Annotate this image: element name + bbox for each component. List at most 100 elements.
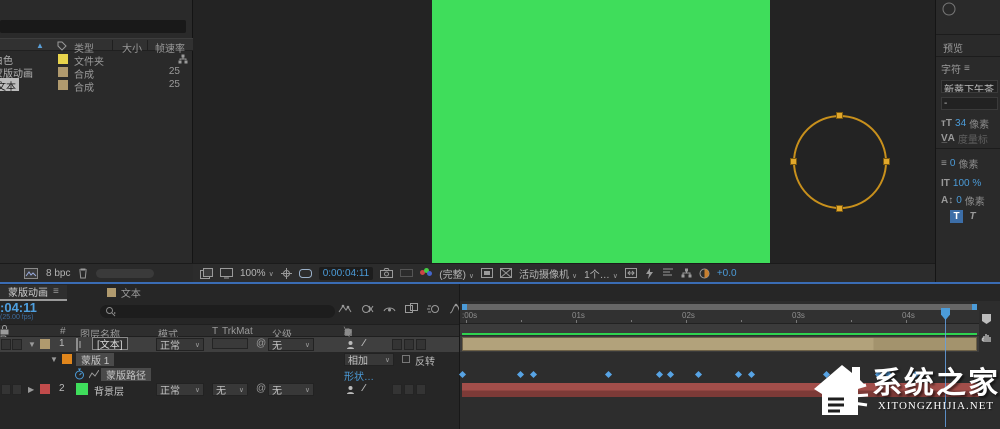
kerning-control[interactable]: V̲A 度量标准 bbox=[941, 131, 1000, 146]
shy-switch-icon[interactable] bbox=[346, 340, 355, 350]
snapshot-camera-icon[interactable] bbox=[380, 268, 393, 278]
keyframe-diamond[interactable] bbox=[656, 371, 663, 378]
vertical-scale-value[interactable]: 100 % bbox=[953, 178, 981, 189]
include-in-graph-icon[interactable] bbox=[89, 370, 99, 379]
blend-mode-dropdown[interactable]: 正常∨ bbox=[156, 383, 204, 396]
frame-blending-icon[interactable] bbox=[405, 303, 418, 315]
project-row-folder[interactable]: 白色 文件夹 bbox=[0, 52, 193, 65]
trash-icon[interactable] bbox=[78, 268, 88, 279]
mask-vertex-top[interactable] bbox=[836, 112, 843, 119]
label-color-swatch[interactable] bbox=[58, 80, 68, 90]
project-scrollbar[interactable] bbox=[96, 269, 154, 278]
keyframe-diamond[interactable] bbox=[517, 371, 524, 378]
tab-mask-animation[interactable]: 蒙版动画 ≡ bbox=[0, 285, 67, 301]
kerning-value[interactable]: 度量标准 bbox=[958, 131, 988, 146]
keyframe-diamond[interactable] bbox=[748, 371, 755, 378]
timeline-button-icon[interactable] bbox=[662, 268, 674, 278]
monitor-icon[interactable] bbox=[220, 268, 233, 279]
lock-icon[interactable] bbox=[0, 325, 9, 335]
parent-dropdown[interactable]: 无∨ bbox=[268, 383, 314, 396]
mask-path-circle[interactable] bbox=[793, 115, 887, 209]
mask-color-swatch[interactable] bbox=[62, 354, 72, 364]
comp-mini-flowchart-icon[interactable] bbox=[338, 303, 352, 315]
layer-color-swatch[interactable] bbox=[40, 339, 50, 349]
shape-value-link[interactable]: 形状… bbox=[344, 368, 374, 383]
trkmat-empty-well[interactable] bbox=[212, 338, 248, 349]
expand-triangle[interactable]: ▼ bbox=[28, 340, 36, 349]
faux-bold-button[interactable]: T bbox=[950, 210, 963, 223]
font-size-value[interactable]: 34 bbox=[955, 118, 966, 129]
trkmat-dropdown[interactable]: 无∨ bbox=[212, 383, 248, 396]
comp-flowchart-icon[interactable] bbox=[681, 268, 692, 278]
sort-arrow-icon[interactable]: ▲ bbox=[36, 41, 44, 50]
text-layer-bar[interactable] bbox=[462, 337, 977, 351]
parent-pickwhip-icon[interactable]: @ bbox=[256, 338, 266, 349]
keyframe-diamond[interactable] bbox=[530, 371, 537, 378]
stopwatch-icon[interactable] bbox=[74, 368, 85, 380]
layer-name[interactable]: [文本] bbox=[92, 337, 128, 350]
grid-guides-icon[interactable] bbox=[281, 268, 292, 279]
keyframe-diamond[interactable] bbox=[459, 371, 466, 378]
mask-name[interactable]: 蒙版 1 bbox=[76, 353, 114, 366]
fast-previews-icon[interactable] bbox=[644, 268, 655, 279]
label-color-swatch[interactable] bbox=[58, 54, 68, 64]
timecode-value[interactable]: 0:00:04:11 bbox=[0, 300, 46, 315]
layer-color-swatch[interactable] bbox=[40, 384, 50, 394]
quality-switch[interactable]: ∕ bbox=[363, 383, 365, 394]
column-trkmat[interactable]: TrkMat bbox=[222, 326, 253, 337]
exposure-value[interactable]: +0.0 bbox=[717, 268, 737, 279]
project-row-comp-text[interactable]: 文本 合成 25 bbox=[0, 78, 193, 91]
column-divider[interactable] bbox=[147, 40, 148, 51]
current-time-display[interactable]: 0:00:04:11 (25.00 fps) bbox=[0, 300, 46, 324]
layer-name[interactable]: 背景层 bbox=[94, 383, 124, 398]
mask-row[interactable]: ▼ 蒙版 1 相加∨ 反转 bbox=[0, 352, 459, 367]
baseline-shift-value[interactable]: 0 bbox=[956, 195, 962, 206]
comp-marker-bin-icon[interactable] bbox=[981, 313, 992, 325]
collapsed-triangle[interactable]: ▶ bbox=[28, 385, 34, 394]
toggle-mask-icon[interactable] bbox=[299, 268, 312, 279]
label-color-swatch[interactable] bbox=[58, 67, 68, 77]
resolution-dropdown[interactable]: (完整)∨ bbox=[439, 266, 474, 281]
mask-vertex-left[interactable] bbox=[790, 158, 797, 165]
tag-icon[interactable] bbox=[57, 41, 67, 51]
pan-hand-icon[interactable] bbox=[981, 331, 992, 343]
font-family-field[interactable]: 新蒂下午茶 bbox=[941, 80, 998, 93]
tracking-value[interactable]: 0 bbox=[950, 158, 956, 169]
tab-text-comp[interactable]: 文本 bbox=[107, 285, 141, 300]
keyframe-diamond[interactable] bbox=[735, 371, 742, 378]
motion-blur-icon[interactable] bbox=[427, 303, 440, 315]
column-t[interactable]: T bbox=[212, 326, 218, 337]
project-search-strip[interactable] bbox=[0, 20, 186, 33]
active-camera-dropdown[interactable]: 活动摄像机∨ bbox=[519, 266, 577, 281]
always-preview-icon[interactable] bbox=[200, 268, 213, 279]
keyframe-diamond[interactable] bbox=[667, 371, 674, 378]
mask-vertex-bottom[interactable] bbox=[836, 205, 843, 212]
pixel-aspect-icon[interactable] bbox=[625, 268, 637, 278]
project-row-comp-mask[interactable]: 蒙版动画 合成 25 bbox=[0, 65, 193, 78]
shy-layers-icon[interactable] bbox=[383, 303, 396, 315]
invert-checkbox[interactable] bbox=[402, 355, 410, 363]
baseline-shift-control[interactable]: A↕ 0 像素 bbox=[941, 193, 1000, 208]
blend-mode-dropdown[interactable]: 正常∨ bbox=[156, 338, 204, 351]
column-number[interactable]: # bbox=[60, 326, 66, 337]
bit-depth-label[interactable]: 8 bpc bbox=[46, 268, 70, 279]
character-panel-header[interactable]: 字符 ≡ bbox=[941, 61, 1000, 76]
faux-italic-button[interactable]: T bbox=[966, 210, 979, 223]
preview-panel-title[interactable]: 预览 bbox=[936, 40, 1000, 55]
composition-green-solid[interactable] bbox=[432, 0, 770, 263]
zoom-level-dropdown[interactable]: 100%∨ bbox=[240, 268, 274, 279]
reset-exposure-icon[interactable] bbox=[699, 268, 710, 279]
parent-pickwhip-icon[interactable]: @ bbox=[256, 383, 266, 394]
column-divider[interactable] bbox=[112, 40, 113, 51]
panel-menu-icon[interactable]: ≡ bbox=[53, 286, 59, 297]
view-layout-dropdown[interactable]: 1个…∨ bbox=[584, 266, 618, 281]
expand-triangle[interactable]: ▼ bbox=[50, 355, 58, 364]
parent-dropdown[interactable]: 无∨ bbox=[268, 338, 314, 351]
show-snapshot-icon[interactable] bbox=[400, 268, 413, 278]
quality-switch[interactable]: ∕ bbox=[363, 338, 365, 349]
font-size-control[interactable]: тT 34 像素 bbox=[941, 116, 1000, 131]
transparency-grid-icon[interactable] bbox=[500, 268, 512, 278]
mask-vertex-right[interactable] bbox=[883, 158, 890, 165]
property-name[interactable]: 蒙版路径 bbox=[101, 368, 151, 381]
timeline-ruler[interactable]: :00s01s02s03s04s bbox=[460, 310, 979, 324]
